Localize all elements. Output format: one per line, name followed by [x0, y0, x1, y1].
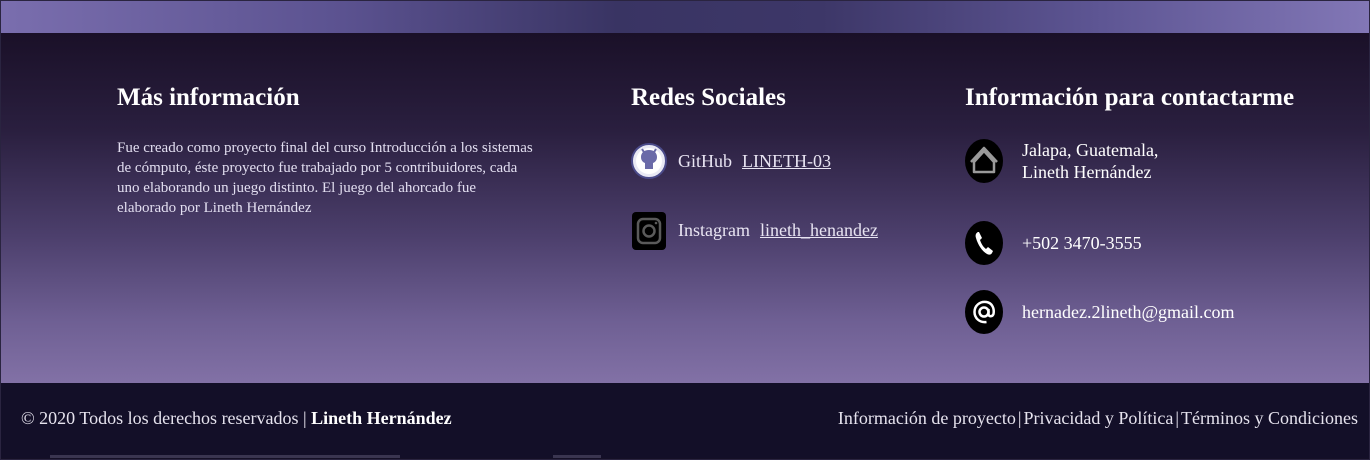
- scroll-indicator: [50, 455, 400, 458]
- email-text: hernadez.2lineth@gmail.com: [1022, 302, 1235, 322]
- footer-separator: |: [1017, 408, 1022, 428]
- footer-separator: |: [1175, 408, 1180, 428]
- contact-phone: +502 3470-3555: [965, 221, 1142, 265]
- social-item-github: GitHub LINETH-03: [631, 140, 831, 182]
- about-text: Fue creado como proyecto final del curso…: [117, 140, 533, 216]
- social-title: Redes Sociales: [631, 84, 786, 111]
- phone-text: +502 3470-3555: [1022, 233, 1142, 253]
- github-icon[interactable]: [631, 140, 667, 182]
- phone-icon: [965, 221, 1003, 265]
- address-line-2: Lineth Hernández: [1022, 162, 1152, 182]
- github-label: GitHub: [678, 150, 732, 171]
- footer-link-terms[interactable]: Términos y Condiciones: [1181, 408, 1358, 428]
- copyright-text: © 2020 Todos los derechos reservados |: [21, 408, 307, 428]
- contact-address: Jalapa, Guatemala, Lineth Hernández: [965, 139, 1158, 183]
- top-gradient-band: [1, 1, 1369, 33]
- github-link[interactable]: LINETH-03: [742, 151, 831, 172]
- contact-email: hernadez.2lineth@gmail.com: [965, 290, 1235, 334]
- home-icon: [965, 139, 1003, 183]
- instagram-icon[interactable]: [631, 209, 667, 251]
- address-line-1: Jalapa, Guatemala,: [1022, 140, 1159, 160]
- copyright: © 2020 Todos los derechos reservados | L…: [21, 408, 452, 429]
- copyright-author: Lineth Hernández: [311, 408, 452, 428]
- contact-title: Información para contactarme: [965, 84, 1295, 111]
- social-item-instagram: Instagram lineth_henandez: [631, 209, 878, 251]
- at-icon: [965, 290, 1003, 334]
- about-title: Más información: [117, 84, 300, 111]
- footer-link-project-info[interactable]: Información de proyecto: [838, 408, 1016, 428]
- instagram-label: Instagram: [678, 219, 750, 240]
- scroll-indicator-2: [553, 455, 601, 458]
- footer-link-privacy[interactable]: Privacidad y Política: [1023, 408, 1173, 428]
- address-text: Jalapa, Guatemala, Lineth Hernández: [1022, 139, 1158, 183]
- footer-links: Información de proyecto | Privacidad y Pol…: [838, 408, 1358, 429]
- instagram-link[interactable]: lineth_henandez: [760, 220, 878, 241]
